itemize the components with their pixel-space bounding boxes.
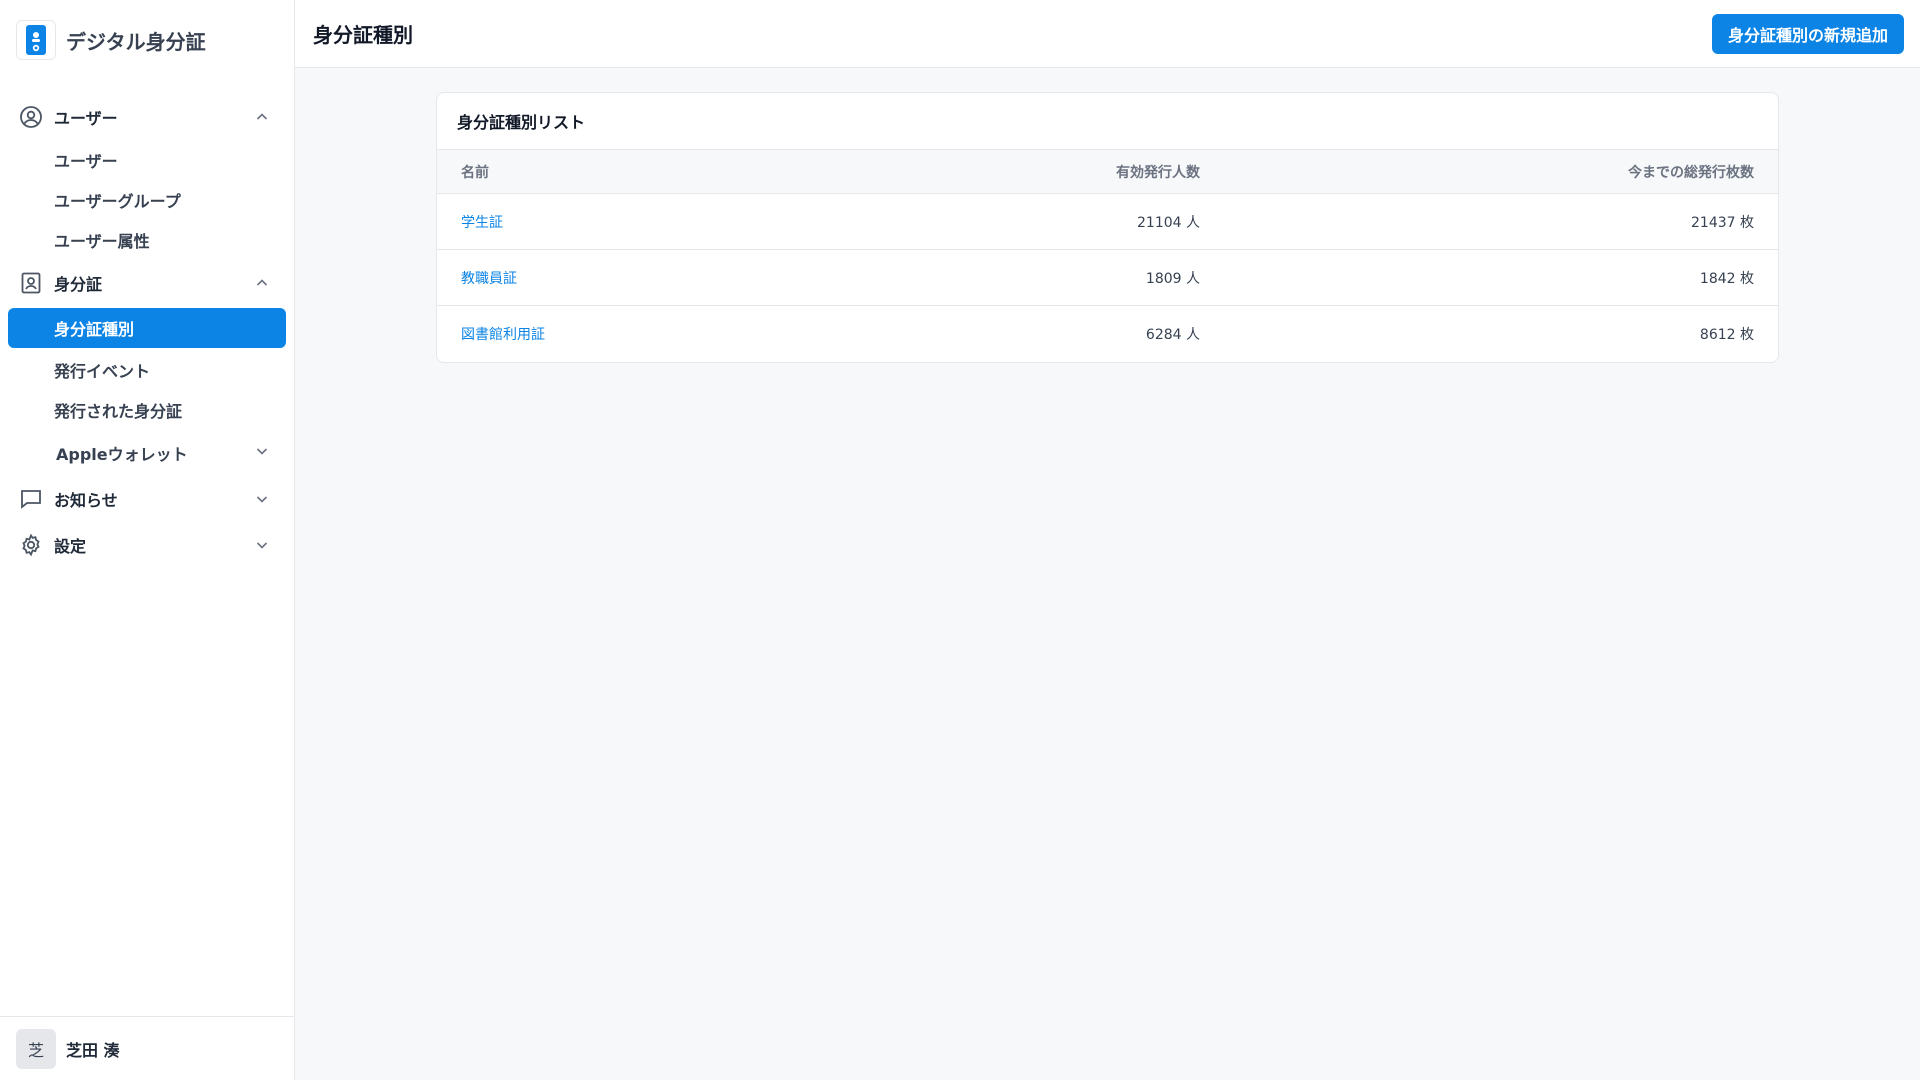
topbar: 身分証種別 身分証種別の新規追加	[295, 0, 1920, 68]
main-area: 身分証種別 身分証種別の新規追加 身分証種別リスト 名前 有効発行人数 今までの…	[295, 0, 1920, 1080]
nav-group-label: ユーザー	[54, 109, 118, 128]
chat-bubble-icon	[18, 486, 44, 512]
id-type-table: 名前 有効発行人数 今までの総発行枚数 学生証 21104 人 21437 枚 …	[437, 149, 1778, 362]
chevron-down-icon[interactable]	[254, 443, 270, 463]
sidebar-item-users[interactable]: ユーザー	[0, 140, 294, 180]
column-header-total-count[interactable]: 今までの総発行枚数	[1200, 150, 1778, 194]
brand[interactable]: デジタル身分証	[0, 0, 294, 80]
sidebar-item-id-types[interactable]: 身分証種別	[8, 308, 286, 348]
sidebar-item-user-attributes[interactable]: ユーザー属性	[0, 220, 294, 260]
add-id-type-button[interactable]: 身分証種別の新規追加	[1711, 13, 1904, 54]
column-header-active-count[interactable]: 有効発行人数	[877, 150, 1200, 194]
chevron-up-icon[interactable]	[254, 109, 270, 125]
id-type-list-card: 身分証種別リスト 名前 有効発行人数 今までの総発行枚数 学生証 21104 人	[436, 92, 1779, 363]
user-circle-icon	[18, 104, 44, 130]
sidebar-item-issue-events[interactable]: 発行イベント	[0, 350, 294, 390]
user-name: 芝田 湊	[66, 1040, 120, 1060]
avatar: 芝	[16, 1028, 56, 1069]
sidebar-item-issued-ids[interactable]: 発行された身分証	[0, 390, 294, 430]
current-user[interactable]: 芝 芝田 湊	[0, 1016, 294, 1080]
total-count-cell: 21437 枚	[1200, 193, 1778, 250]
table-row[interactable]: 図書館利用証 6284 人 8612 枚	[437, 306, 1778, 362]
table-row[interactable]: 教職員証 1809 人 1842 枚	[437, 249, 1778, 306]
nav-subgroup-apple-wallet[interactable]: Appleウォレット	[0, 430, 294, 476]
sidebar: デジタル身分証 ユーザー ユーザー ユーザーグループ ユーザー属性 身分証 身分…	[0, 0, 295, 1080]
app-root: デジタル身分証 ユーザー ユーザー ユーザーグループ ユーザー属性 身分証 身分…	[0, 0, 1920, 1080]
nav-group-label: お知らせ	[54, 491, 118, 510]
app-name: デジタル身分証	[66, 29, 206, 54]
active-count-cell: 1809 人	[877, 249, 1200, 306]
nav-group-settings[interactable]: 設定	[0, 522, 294, 568]
active-count-cell: 6284 人	[1145, 326, 1200, 343]
sidebar-item-user-groups[interactable]: ユーザーグループ	[0, 180, 294, 220]
gear-icon	[18, 532, 44, 558]
nav-group-id[interactable]: 身分証	[0, 260, 294, 306]
table-row[interactable]: 学生証 21104 人 21437 枚	[437, 193, 1778, 250]
nav-group-label: 身分証	[54, 275, 103, 294]
nav-group-users[interactable]: ユーザー	[0, 94, 294, 140]
id-type-link[interactable]: 学生証	[461, 215, 503, 231]
id-type-link[interactable]: 図書館利用証	[461, 327, 545, 343]
total-count-cell: 8612 枚	[1699, 326, 1754, 343]
card-title: 身分証種別リスト	[457, 113, 586, 132]
sidebar-nav: ユーザー ユーザー ユーザーグループ ユーザー属性 身分証 身分証種別 発行イベ…	[0, 80, 294, 568]
chevron-down-icon[interactable]	[254, 491, 270, 507]
chevron-up-icon[interactable]	[254, 275, 270, 291]
nav-subgroup-label: Appleウォレット	[56, 445, 188, 464]
table-header-row: 名前 有効発行人数 今までの総発行枚数	[437, 149, 1778, 194]
column-header-name[interactable]: 名前	[437, 150, 877, 194]
id-type-link[interactable]: 教職員証	[461, 271, 517, 287]
chevron-down-icon[interactable]	[254, 537, 270, 553]
active-count-cell: 21104 人	[877, 193, 1200, 250]
nav-group-label: 設定	[54, 537, 87, 556]
content: 身分証種別リスト 名前 有効発行人数 今までの総発行枚数 学生証 21104 人	[295, 68, 1920, 363]
total-count-cell: 1842 枚	[1200, 249, 1778, 306]
app-logo-icon	[16, 20, 56, 60]
page-title: 身分証種別	[313, 23, 413, 47]
nav-group-notices[interactable]: お知らせ	[0, 476, 294, 522]
id-badge-icon	[18, 270, 44, 296]
